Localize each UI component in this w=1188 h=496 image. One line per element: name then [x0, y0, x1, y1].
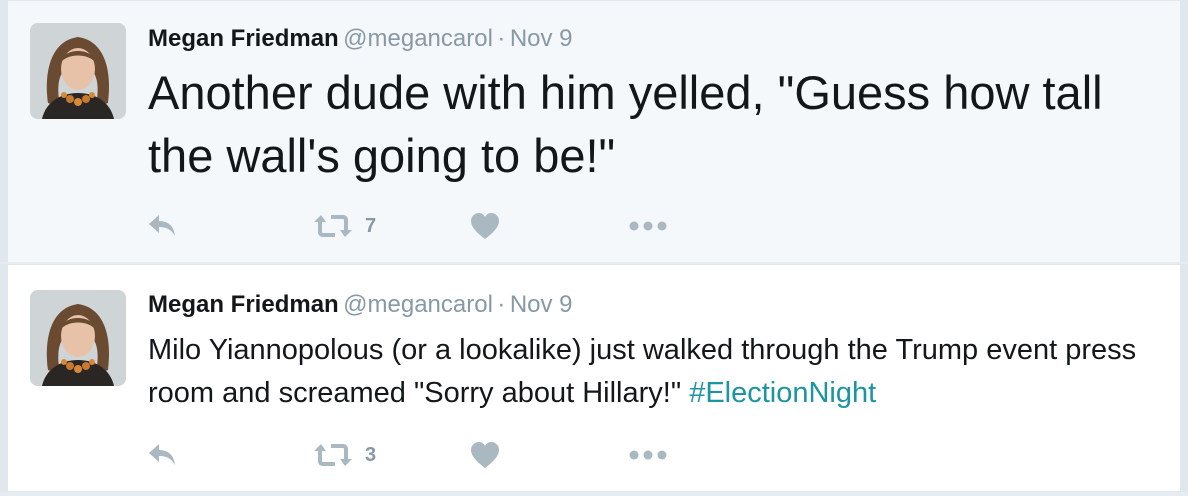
tweet[interactable]: Megan Friedman @megancarol · Nov 9 Milo …	[0, 264, 1188, 492]
author-handle[interactable]: @megancarol	[343, 25, 493, 52]
reply-icon	[148, 442, 178, 468]
reply-button[interactable]	[148, 211, 178, 241]
tweet-text: Milo Yiannopolous (or a lookalike) just …	[148, 329, 1168, 415]
reply-button[interactable]	[148, 440, 178, 470]
separator: ·	[497, 25, 506, 52]
retweet-icon	[313, 214, 353, 238]
tweet-actions: 7	[148, 211, 708, 241]
retweet-button[interactable]: 7	[313, 211, 376, 241]
author-handle[interactable]: @megancarol	[343, 291, 493, 318]
tweet-actions: 3	[148, 440, 708, 470]
heart-icon	[470, 441, 500, 469]
heart-icon	[470, 212, 500, 240]
tweet-body: Another dude with him yelled, "Guess how…	[148, 66, 1103, 182]
tweet-body: Milo Yiannopolous (or a lookalike) just …	[148, 334, 1137, 409]
reply-icon	[148, 213, 178, 239]
author-name[interactable]: Megan Friedman	[148, 291, 339, 318]
like-button[interactable]	[470, 440, 500, 470]
avatar[interactable]	[30, 290, 126, 386]
tweet-date[interactable]: Nov 9	[510, 291, 573, 318]
more-button[interactable]	[628, 211, 668, 241]
like-button[interactable]	[470, 211, 500, 241]
hashtag-link[interactable]: #ElectionNight	[689, 377, 876, 409]
retweet-count: 7	[365, 214, 377, 237]
tweet-header: Megan Friedman @megancarol · Nov 9	[148, 25, 573, 53]
retweet-count: 3	[365, 443, 377, 466]
timeline: Megan Friedman @megancarol · Nov 9 Anoth…	[0, 0, 1188, 496]
more-icon	[628, 449, 668, 461]
avatar[interactable]	[30, 23, 126, 119]
tweet-date[interactable]: Nov 9	[510, 25, 573, 52]
tweet-header: Megan Friedman @megancarol · Nov 9	[148, 291, 573, 319]
retweet-icon	[313, 443, 353, 467]
more-icon	[628, 220, 668, 232]
tweet[interactable]: Megan Friedman @megancarol · Nov 9 Anoth…	[0, 0, 1188, 262]
more-button[interactable]	[628, 440, 668, 470]
retweet-button[interactable]: 3	[313, 440, 376, 470]
tweet-text: Another dude with him yelled, "Guess how…	[148, 61, 1158, 187]
separator: ·	[497, 291, 506, 318]
author-name[interactable]: Megan Friedman	[148, 25, 339, 52]
